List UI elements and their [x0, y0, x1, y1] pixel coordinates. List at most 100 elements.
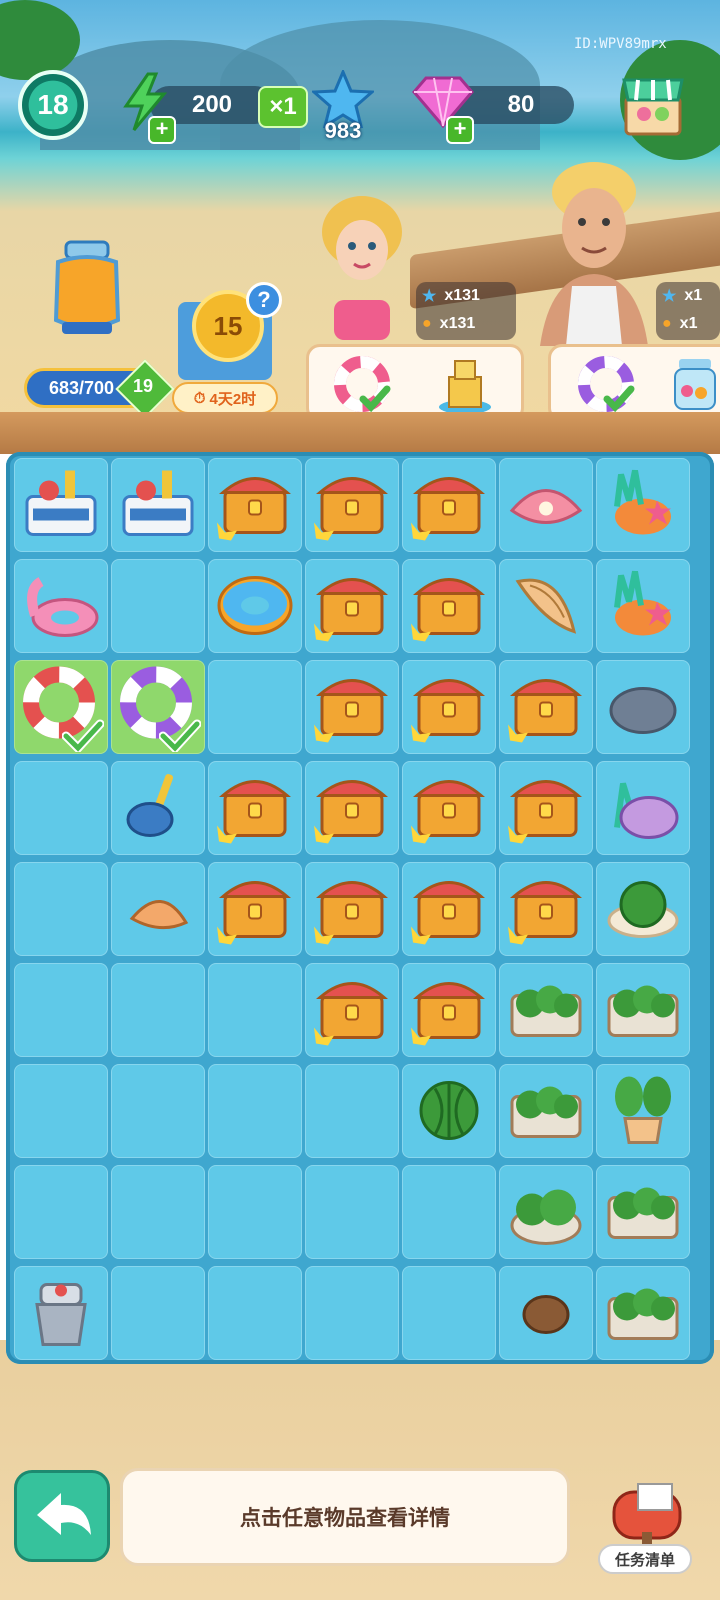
- board-cell[interactable]: [208, 761, 302, 855]
- board-cell[interactable]: [111, 761, 205, 855]
- treasure-chest-icon[interactable]: [213, 764, 297, 853]
- board-cell[interactable]: [499, 458, 593, 552]
- add-energy-button[interactable]: +: [148, 116, 176, 144]
- melon-crate-icon[interactable]: [601, 966, 685, 1055]
- treasure-chest-icon[interactable]: [310, 461, 394, 550]
- watermelon-icon[interactable]: [407, 1067, 491, 1156]
- board-cell[interactable]: [111, 458, 205, 552]
- board-cell[interactable]: [208, 963, 302, 1057]
- treasure-chest-icon[interactable]: [213, 865, 297, 954]
- small-shell-icon[interactable]: [116, 865, 200, 954]
- order-card[interactable]: [306, 344, 524, 422]
- board-cell[interactable]: [305, 963, 399, 1057]
- conch-shell-icon[interactable]: [504, 562, 588, 651]
- board-cell[interactable]: [14, 761, 108, 855]
- board-cell[interactable]: [208, 458, 302, 552]
- board-cell[interactable]: [402, 1266, 496, 1360]
- treasure-chest-icon[interactable]: [310, 663, 394, 752]
- level-badge[interactable]: 18: [18, 70, 88, 140]
- treasure-chest-icon[interactable]: [407, 865, 491, 954]
- board-cell[interactable]: [499, 1064, 593, 1158]
- treasure-chest-icon[interactable]: [407, 966, 491, 1055]
- board-cell[interactable]: [14, 1064, 108, 1158]
- board-cell[interactable]: [305, 660, 399, 754]
- surf-bucket-icon[interactable]: [116, 461, 200, 550]
- board-cell[interactable]: [208, 1064, 302, 1158]
- juice-jar-icon[interactable]: [48, 238, 126, 338]
- treasure-chest-icon[interactable]: [407, 663, 491, 752]
- board-cell[interactable]: [305, 559, 399, 653]
- board-cell[interactable]: [14, 963, 108, 1057]
- melon-plate-icon[interactable]: [601, 865, 685, 954]
- board-cell[interactable]: [596, 660, 690, 754]
- surf-bucket-icon[interactable]: [19, 461, 103, 550]
- board-cell[interactable]: [499, 559, 593, 653]
- treasure-chest-icon[interactable]: [407, 461, 491, 550]
- back-button[interactable]: [14, 1470, 110, 1562]
- board-cell[interactable]: [14, 862, 108, 956]
- order-card[interactable]: [548, 344, 720, 422]
- coral-starfish-icon[interactable]: [601, 562, 685, 651]
- board-cell[interactable]: [596, 1064, 690, 1158]
- board-cell[interactable]: [402, 963, 496, 1057]
- board-cell[interactable]: [111, 1064, 205, 1158]
- board-cell[interactable]: [402, 761, 496, 855]
- board-cell[interactable]: [499, 660, 593, 754]
- board-cell[interactable]: [499, 761, 593, 855]
- board-cell[interactable]: [111, 660, 205, 755]
- help-button[interactable]: ?: [246, 282, 282, 318]
- melon-crate-icon[interactable]: [504, 1067, 588, 1156]
- board-cell[interactable]: [596, 963, 690, 1057]
- board-cell[interactable]: [208, 1165, 302, 1259]
- board-cell[interactable]: [305, 1064, 399, 1158]
- board-cell[interactable]: [305, 1266, 399, 1360]
- board-cell[interactable]: [208, 862, 302, 956]
- board-cell[interactable]: [208, 1266, 302, 1360]
- board-cell[interactable]: [14, 1165, 108, 1259]
- melon-crate-icon[interactable]: [601, 1269, 685, 1358]
- board-cell[interactable]: [499, 1165, 593, 1259]
- board-cell[interactable]: [111, 862, 205, 956]
- board-cell[interactable]: [305, 761, 399, 855]
- board-cell[interactable]: [111, 1266, 205, 1360]
- board-cell[interactable]: [14, 458, 108, 552]
- juicer-icon[interactable]: [19, 1269, 103, 1358]
- treasure-chest-icon[interactable]: [504, 663, 588, 752]
- treasure-chest-icon[interactable]: [504, 865, 588, 954]
- board-cell[interactable]: [499, 862, 593, 956]
- treasure-chest-icon[interactable]: [407, 562, 491, 651]
- melon-bowl-icon[interactable]: [504, 1168, 588, 1257]
- board-cell[interactable]: [305, 862, 399, 956]
- rock-icon[interactable]: [601, 663, 685, 752]
- customer-woman[interactable]: [316, 190, 408, 340]
- board-cell[interactable]: [208, 660, 302, 754]
- board-cell[interactable]: [111, 963, 205, 1057]
- board-cell[interactable]: [208, 559, 302, 653]
- board-cell[interactable]: [305, 1165, 399, 1259]
- board-cell[interactable]: [111, 1165, 205, 1259]
- treasure-chest-icon[interactable]: [310, 865, 394, 954]
- flamingo-float-icon[interactable]: [19, 562, 103, 651]
- board-cell[interactable]: [402, 1165, 496, 1259]
- board-cell[interactable]: [14, 660, 108, 755]
- melon-crate-icon[interactable]: [601, 1168, 685, 1257]
- blue-shovel-icon[interactable]: [116, 764, 200, 853]
- add-gem-button[interactable]: +: [446, 116, 474, 144]
- board-cell[interactable]: [14, 559, 108, 653]
- board-cell[interactable]: [596, 458, 690, 552]
- board-cell[interactable]: [596, 559, 690, 653]
- board-cell[interactable]: [402, 559, 496, 653]
- board-cell[interactable]: [596, 1165, 690, 1259]
- treasure-chest-icon[interactable]: [310, 562, 394, 651]
- donut-float-icon[interactable]: [213, 562, 297, 651]
- treasure-chest-icon[interactable]: [407, 764, 491, 853]
- board-cell[interactable]: [596, 761, 690, 855]
- treasure-chest-icon[interactable]: [310, 966, 394, 1055]
- treasure-chest-icon[interactable]: [504, 764, 588, 853]
- potted-plant-icon[interactable]: [601, 1067, 685, 1156]
- board-cell[interactable]: [14, 1266, 108, 1360]
- board-cell[interactable]: [499, 1266, 593, 1360]
- board-cell[interactable]: [402, 862, 496, 956]
- board-cell[interactable]: [596, 1266, 690, 1360]
- board-cell[interactable]: [499, 963, 593, 1057]
